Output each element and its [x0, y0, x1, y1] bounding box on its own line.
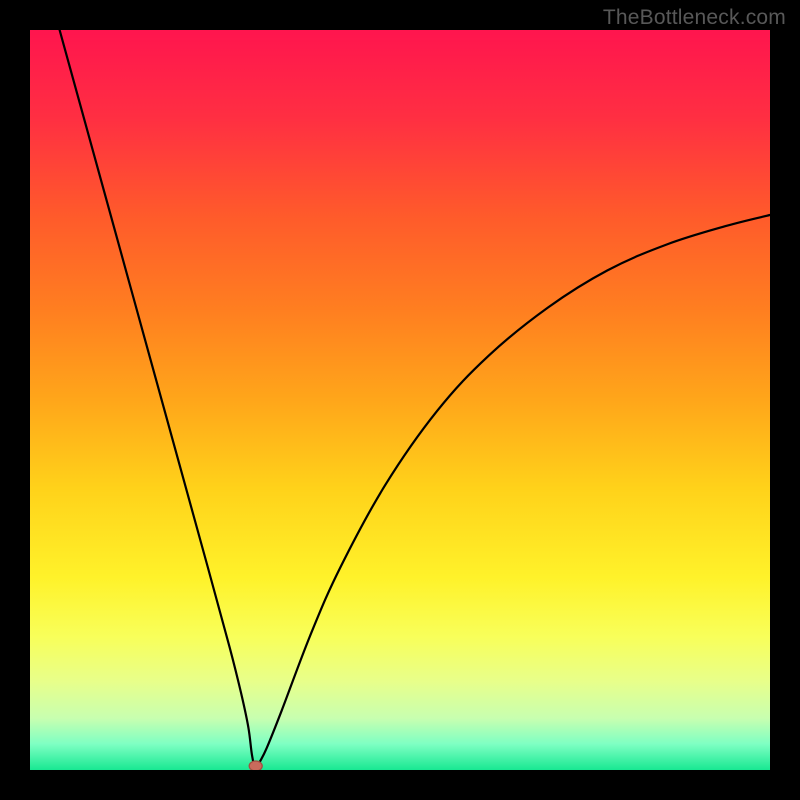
minimum-point-marker: [249, 761, 262, 770]
chart-plot-area: [30, 30, 770, 770]
watermark-text: TheBottleneck.com: [603, 6, 786, 30]
chart-svg: [30, 30, 770, 770]
chart-frame: TheBottleneck.com: [0, 0, 800, 800]
chart-background-gradient: [30, 30, 770, 770]
